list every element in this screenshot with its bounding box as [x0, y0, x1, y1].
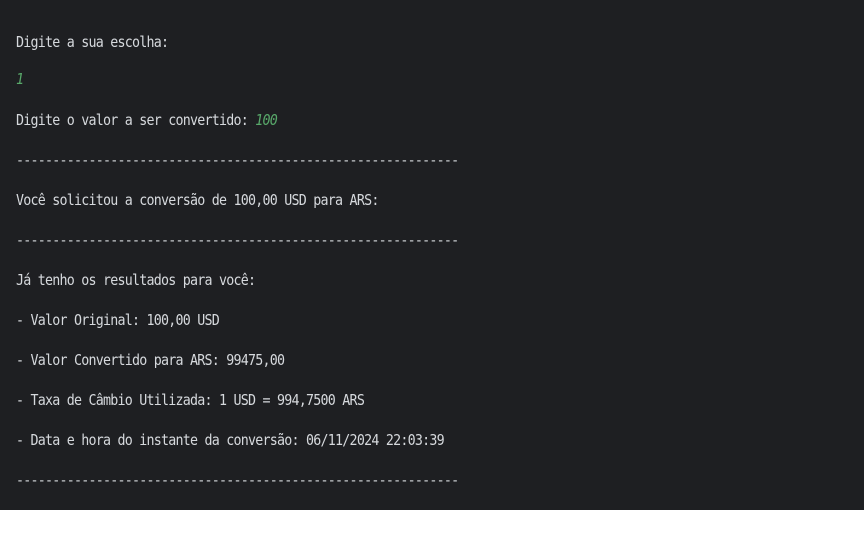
prompt-value-line: Digite o valor a ser convertido: 100	[16, 108, 278, 132]
exchange-rate-line: - Taxa de Câmbio Utilizada: 1 USD = 994,…	[16, 391, 365, 409]
choice-input-text: 1	[16, 70, 24, 88]
separator-line: ----------------------------------------…	[16, 151, 459, 169]
prompt-choice-line: Digite a sua escolha:	[16, 33, 169, 51]
separator-line: ----------------------------------------…	[16, 471, 459, 489]
request-summary-line: Você solicitou a conversão de 100,00 USD…	[16, 191, 379, 209]
separator-line: ----------------------------------------…	[16, 231, 459, 249]
console-output-panel[interactable]: Digite a sua escolha: 1 Digite o valor a…	[0, 0, 864, 510]
value-input-text: 100	[255, 111, 278, 129]
original-value-line: - Valor Original: 100,00 USD	[16, 311, 220, 329]
timestamp-line: - Data e hora do instante da conversão: …	[16, 431, 445, 449]
results-header-line: Já tenho os resultados para você:	[16, 271, 256, 289]
converted-value-line: - Valor Convertido para ARS: 99475,00	[16, 351, 285, 369]
prompt-value-label: Digite o valor a ser convertido:	[16, 111, 256, 129]
